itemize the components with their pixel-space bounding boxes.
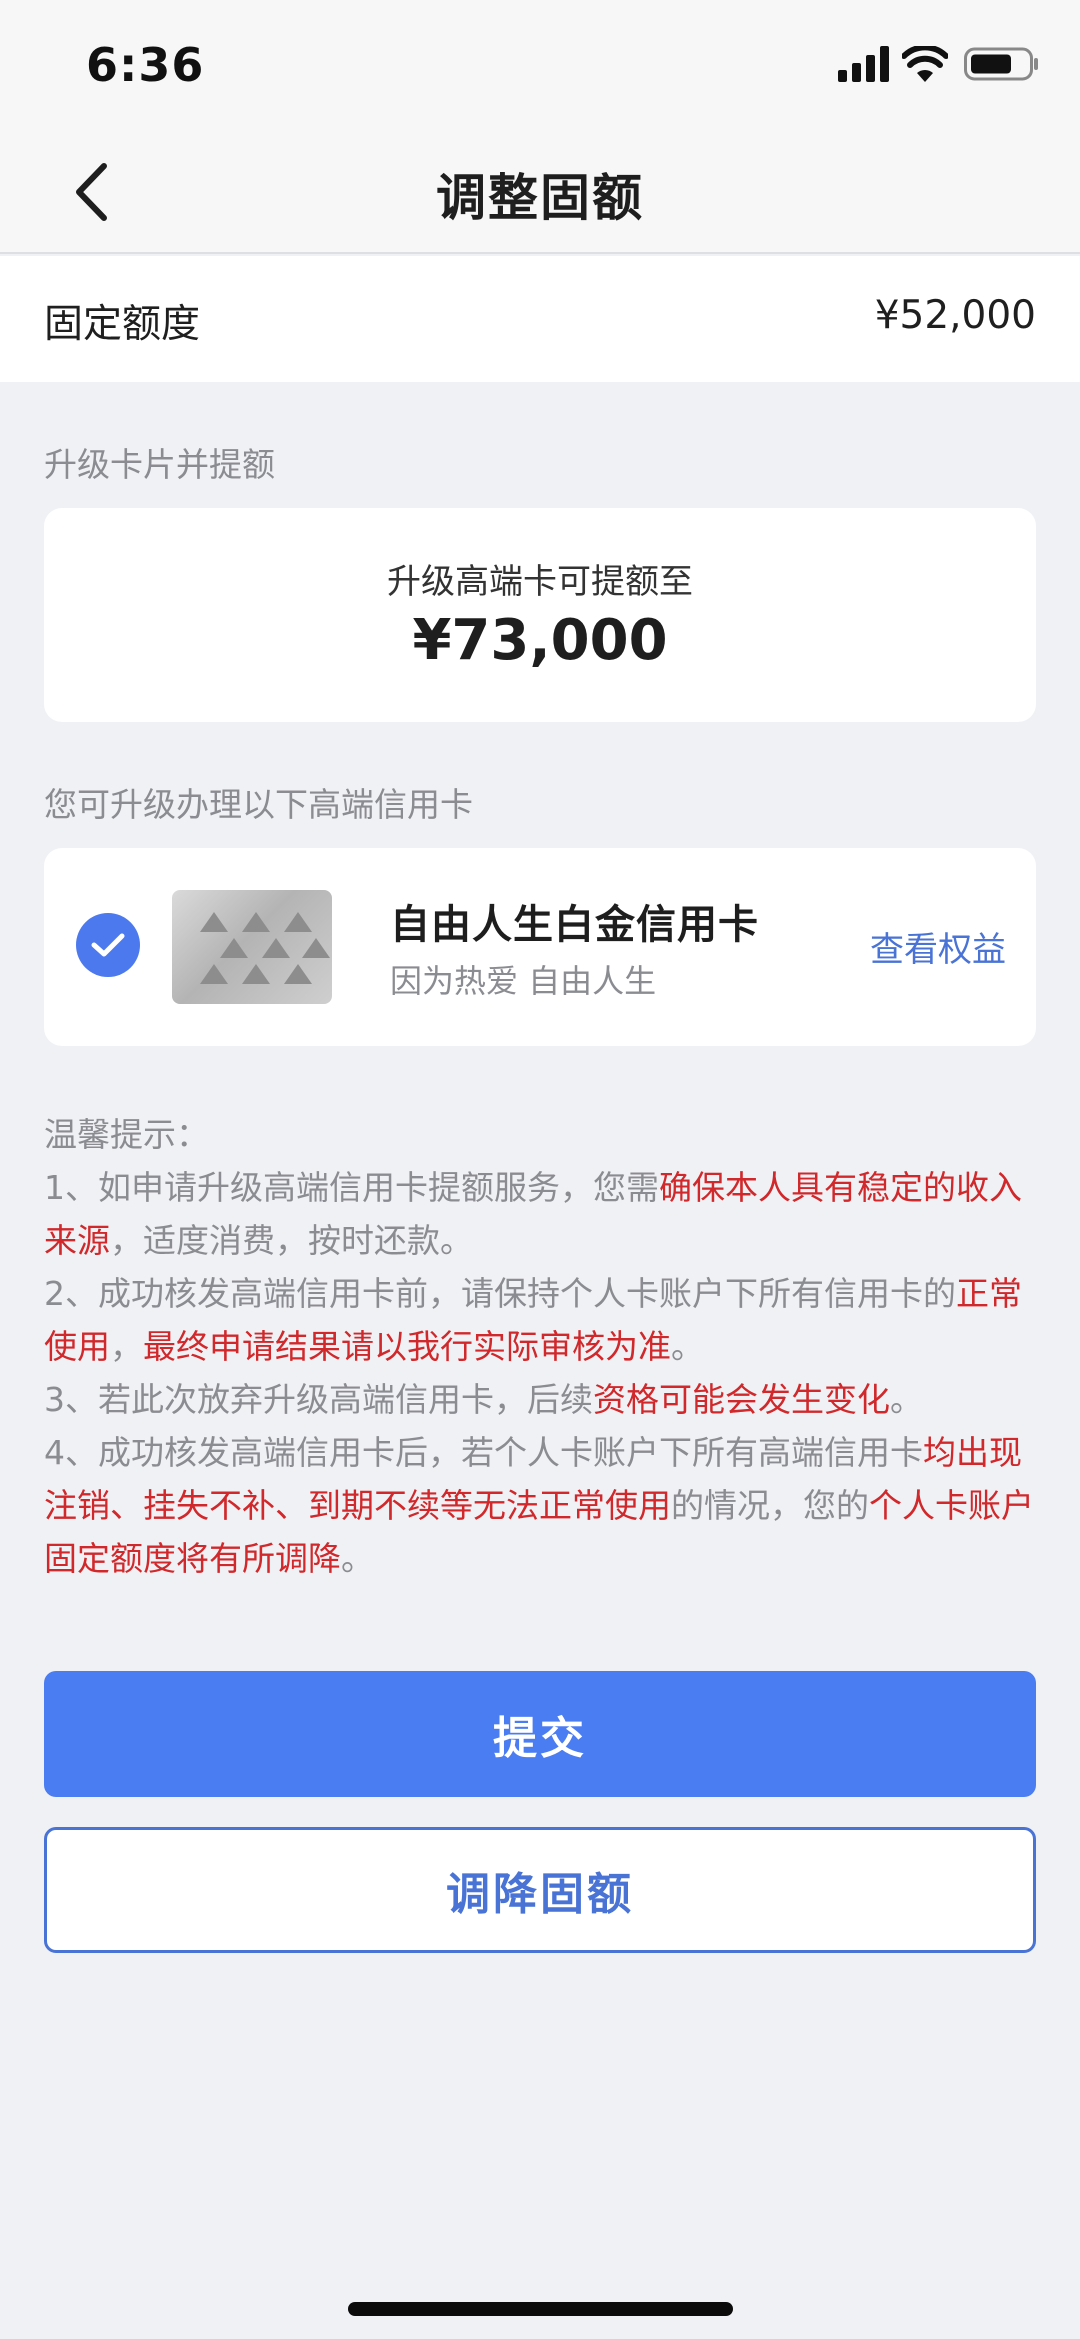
- page-title: 调整固额: [436, 169, 644, 227]
- checkmark-icon: [91, 933, 125, 957]
- tip-text: 的情况，您的: [671, 1486, 869, 1525]
- credit-card-option[interactable]: 自由人生白金信用卡 因为热爱 自由人生 查看权益: [44, 848, 1036, 1046]
- tip-text: 2、成功核发高端信用卡前，请保持个人卡账户下所有信用卡的: [44, 1274, 956, 1313]
- view-benefits-link[interactable]: 查看权益: [870, 922, 1006, 971]
- fixed-limit-value: ¥52,000: [874, 293, 1036, 338]
- status-time: 6:36: [86, 38, 205, 92]
- credit-card-image: [172, 890, 332, 1004]
- fixed-limit-label: 固定额度: [44, 302, 201, 347]
- tip-item-4: 4、成功核发高端信用卡后，若个人卡账户下所有高端信用卡均出现注销、挂失不补、到期…: [44, 1426, 1044, 1585]
- tip-item-3: 3、若此次放弃升级高端信用卡，后续资格可能会发生变化。: [44, 1373, 1044, 1426]
- tip-text: 4、成功核发高端信用卡后，若个人卡账户下所有高端信用卡: [44, 1433, 923, 1472]
- card-section-label: 您可升级办理以下高端信用卡: [44, 785, 473, 824]
- tip-text: ，: [110, 1327, 143, 1366]
- card-name: 自由人生白金信用卡: [390, 902, 759, 948]
- tips-title: 温馨提示：: [44, 1115, 209, 1154]
- nav-bar: 调整固额: [0, 130, 1080, 254]
- battery-icon: [964, 47, 1038, 81]
- tip-text: 3、若此次放弃升级高端信用卡，后续: [44, 1380, 593, 1419]
- tip-text: 。: [341, 1539, 374, 1578]
- upgrade-amount: ¥73,000: [412, 608, 668, 673]
- fixed-limit-row: 固定额度 ¥52,000: [0, 256, 1080, 382]
- tip-item-2: 2、成功核发高端信用卡前，请保持个人卡账户下所有信用卡的正常使用，最终申请结果请…: [44, 1267, 1044, 1373]
- decrease-limit-button[interactable]: 调降固额: [44, 1827, 1036, 1953]
- tip-highlight: 资格可能会发生变化: [593, 1380, 890, 1419]
- card-slogan: 因为热爱 自由人生: [390, 962, 657, 1000]
- home-indicator[interactable]: [348, 2302, 733, 2316]
- tip-text: 。: [890, 1380, 923, 1419]
- status-bar: 6:36: [0, 0, 1080, 130]
- tip-highlight: 最终申请结果请以我行实际审核为准: [143, 1327, 671, 1366]
- tip-text: ，适度消费，按时还款。: [110, 1221, 473, 1260]
- selected-check-icon[interactable]: [76, 913, 140, 977]
- wifi-icon: [902, 46, 948, 82]
- upgrade-amount-card: 升级高端卡可提额至 ¥73,000: [44, 508, 1036, 722]
- submit-button[interactable]: 提交: [44, 1671, 1036, 1797]
- signal-icon: [838, 46, 889, 82]
- tip-text: 1、如申请升级高端信用卡提额服务，您需: [44, 1168, 659, 1207]
- tips-block: 温馨提示： 1、如申请升级高端信用卡提额服务，您需确保本人具有稳定的收入来源，适…: [44, 1108, 1044, 1585]
- upgrade-section-label: 升级卡片并提额: [44, 445, 275, 484]
- upgrade-caption: 升级高端卡可提额至: [387, 562, 693, 602]
- tip-text: 。: [671, 1327, 704, 1366]
- tip-item-1: 1、如申请升级高端信用卡提额服务，您需确保本人具有稳定的收入来源，适度消费，按时…: [44, 1161, 1044, 1267]
